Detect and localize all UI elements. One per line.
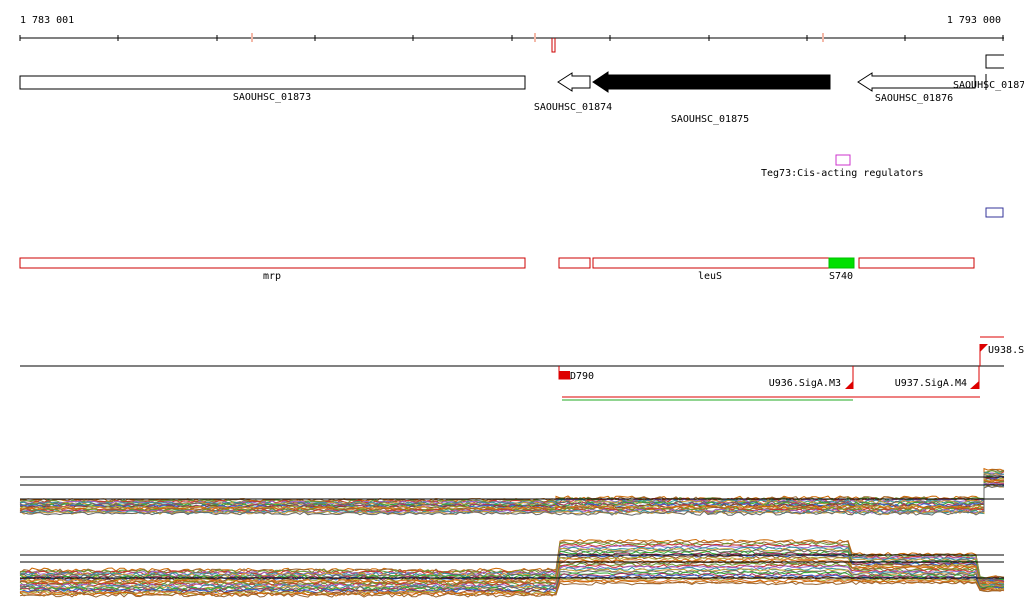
expression-line bbox=[19, 470, 1005, 504]
coordinate-ruler: 1 783 001 1 793 000 bbox=[19, 15, 1004, 53]
operon-mrp[interactable] bbox=[19, 257, 526, 269]
transcript-U937-arrow bbox=[970, 381, 979, 389]
gene-SAOUHSC_01874[interactable] bbox=[557, 72, 591, 92]
expression-lower-lines bbox=[19, 538, 1005, 598]
operon-label: S740 bbox=[829, 271, 853, 282]
gene-SAOUHSC_0187[interactable] bbox=[985, 54, 1004, 69]
operon-leuS[interactable] bbox=[592, 257, 830, 269]
ruler-cursor-marker[interactable] bbox=[551, 38, 556, 53]
transcript-track: D790 U936.SigA.M3 U937.SigA.M4 U938.S bbox=[20, 336, 1024, 401]
navy-feature-box[interactable] bbox=[985, 207, 1004, 218]
operon-S740-highlight[interactable] bbox=[828, 257, 855, 269]
regulator-label: Teg73:Cis-acting regulators bbox=[761, 168, 924, 179]
operon-label: mrp bbox=[263, 271, 281, 282]
expression-line bbox=[19, 475, 1005, 508]
gene-label: SAOUHSC_01875 bbox=[671, 114, 749, 125]
operon-label: leuS bbox=[698, 271, 722, 282]
transcript-U936-arrow bbox=[845, 381, 853, 389]
ruler-start-label: 1 783 001 bbox=[20, 15, 74, 26]
gene-SAOUHSC_01873[interactable] bbox=[19, 75, 526, 90]
expression-track-upper bbox=[19, 467, 1005, 516]
regulator-box[interactable] bbox=[835, 154, 851, 166]
operon-track: mrp leuS S740 bbox=[19, 257, 975, 282]
transcript-label: D790 bbox=[570, 371, 594, 382]
gene-track: SAOUHSC_01873 SAOUHSC_01874 SAOUHSC_0187… bbox=[19, 54, 1024, 125]
gene-label: SAOUHSC_01876 bbox=[875, 93, 953, 104]
gene-label: SAOUHSC_01874 bbox=[534, 102, 612, 113]
expression-line bbox=[19, 541, 1005, 580]
ruler-end-label: 1 793 000 bbox=[947, 15, 1001, 26]
gene-label: SAOUHSC_0187 bbox=[953, 80, 1024, 91]
transcript-label: U937.SigA.M4 bbox=[895, 378, 967, 389]
genome-browser-view: 1 783 001 1 793 000 SAOUHSC_01873 SAOUHS… bbox=[19, 15, 1024, 598]
regulator-track: Teg73:Cis-acting regulators bbox=[761, 154, 1004, 218]
transcript-D790-mark bbox=[559, 371, 570, 379]
expression-upper-lines bbox=[19, 467, 1005, 516]
operon-small[interactable] bbox=[558, 257, 591, 269]
transcript-U938-arrow bbox=[980, 344, 988, 352]
gene-SAOUHSC_01875[interactable] bbox=[592, 71, 831, 93]
transcript-label: U936.SigA.M3 bbox=[769, 378, 841, 389]
operon-right[interactable] bbox=[858, 257, 975, 269]
gene-label: SAOUHSC_01873 bbox=[233, 92, 311, 103]
expression-track-lower bbox=[19, 538, 1005, 598]
transcript-label: U938.S bbox=[988, 345, 1024, 356]
